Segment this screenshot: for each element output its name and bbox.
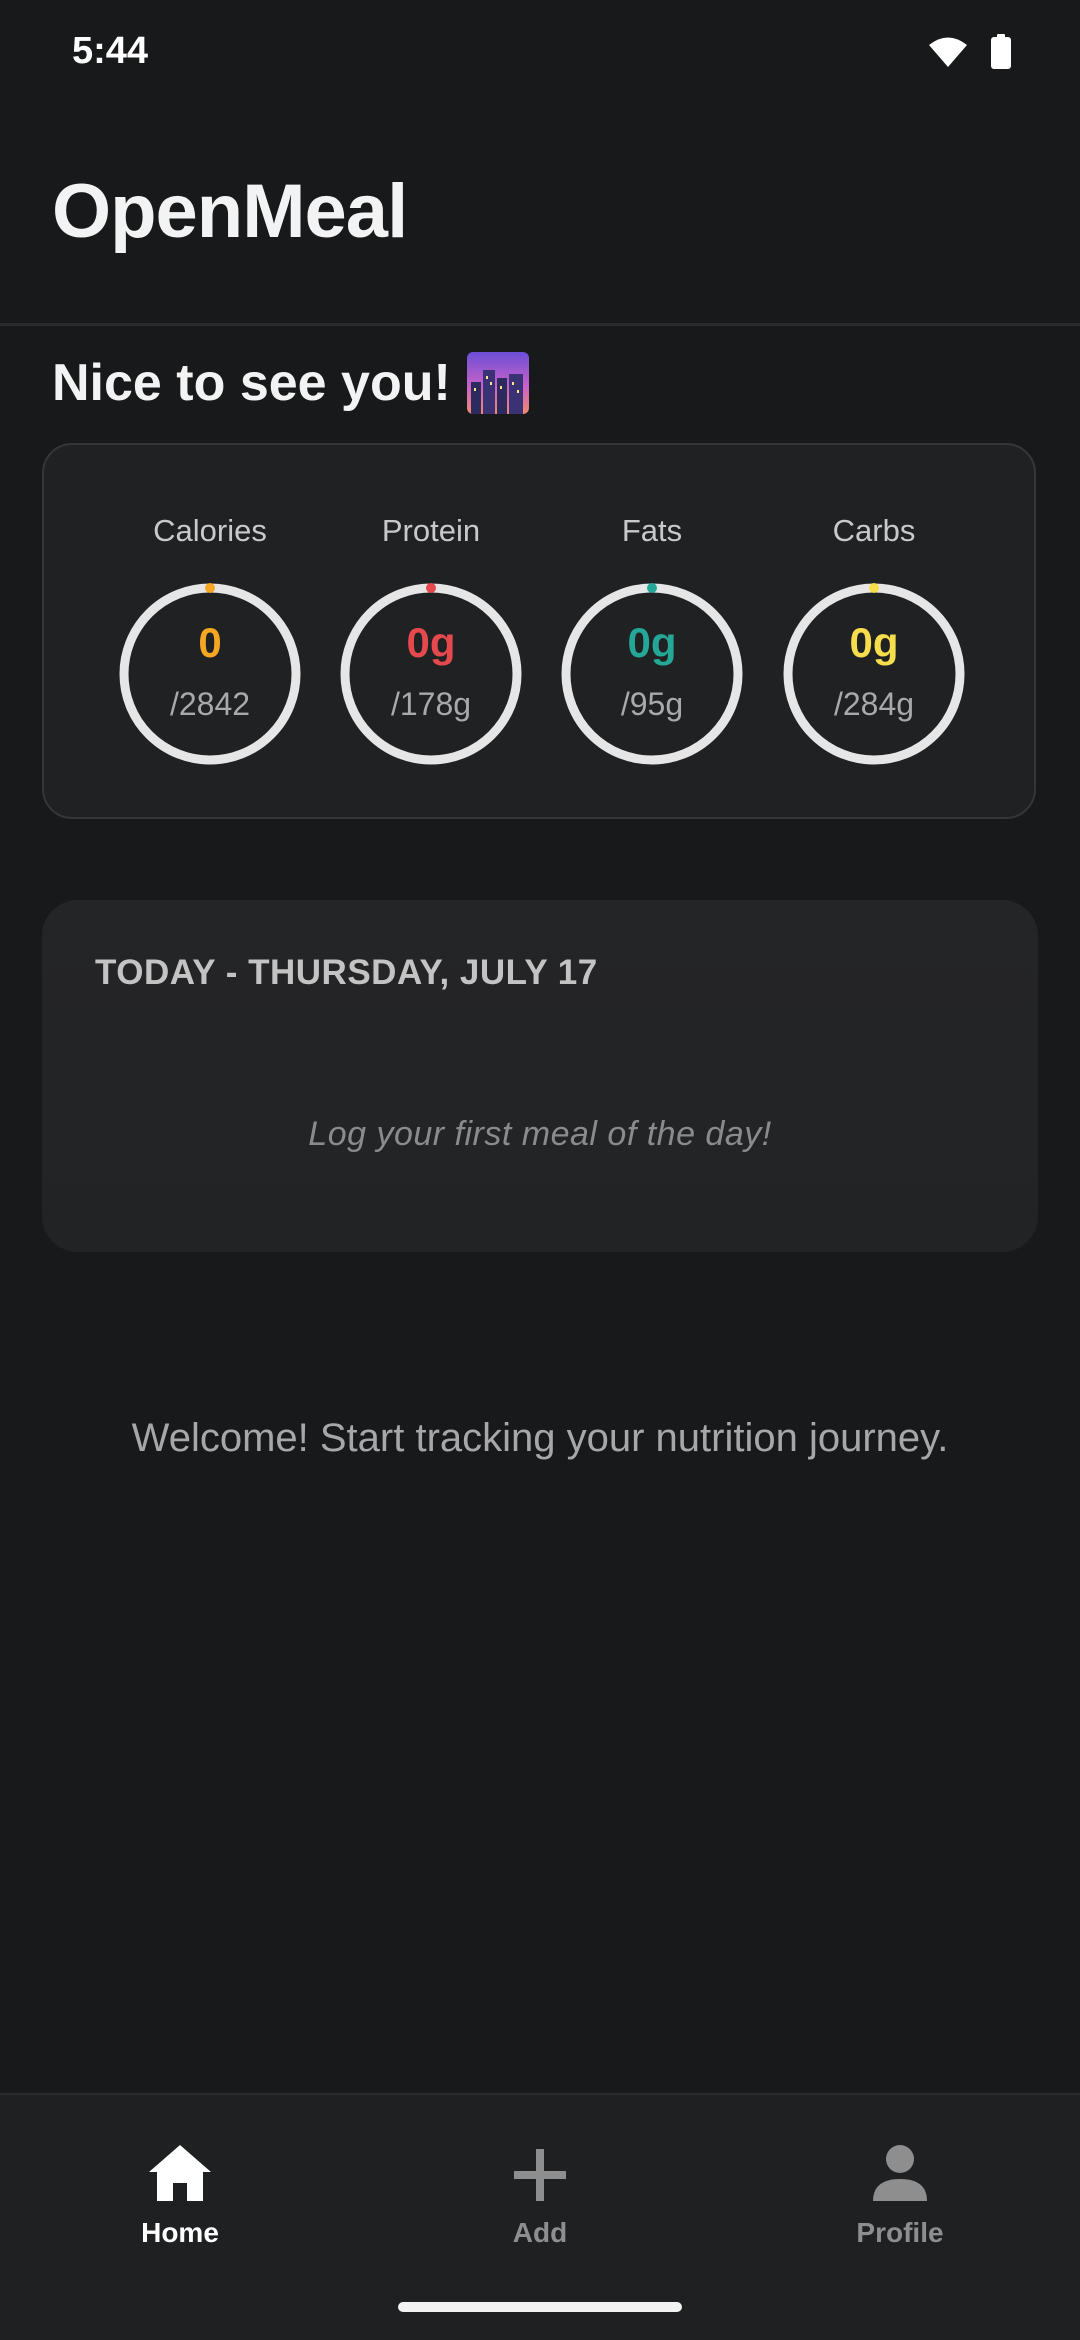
macros-summary-card: Calories 0 /2842 Protein 0g /178g Fats 0 — [42, 443, 1036, 819]
macro-value: 0g — [406, 619, 456, 666]
calories-progress-ring — [119, 583, 301, 765]
macro-value: 0g — [849, 619, 899, 666]
macro-target: /95g — [620, 686, 684, 722]
status-bar: 5:44 — [0, 0, 1080, 110]
person-icon — [873, 2145, 927, 2201]
protein-progress-ring — [340, 583, 522, 765]
fats-progress-ring — [561, 583, 743, 765]
nav-add[interactable]: Add — [440, 2141, 640, 2249]
macro-value: 0 — [198, 619, 222, 666]
home-indicator[interactable] — [398, 2302, 682, 2312]
welcome-message: Welcome! Start tracking your nutrition j… — [131, 1416, 949, 1460]
header-divider — [0, 323, 1080, 326]
status-time: 5:44 — [72, 30, 149, 72]
macro-target: /2842 — [169, 686, 251, 722]
greeting-text: Nice to see you! — [52, 354, 451, 412]
carbs-progress-ring — [783, 583, 965, 765]
night-cityscape-emoji — [466, 352, 529, 414]
nav-home[interactable]: Home — [80, 2141, 280, 2249]
macro-value: 0g — [627, 619, 677, 666]
empty-meals-message: Log your first meal of the day! — [308, 1115, 772, 1153]
today-date-heading: TODAY - THURSDAY, JULY 17 — [95, 953, 598, 992]
home-screen: 5:44 OpenMeal Nice to see you! Calories … — [0, 0, 1080, 2340]
status-icons — [928, 34, 1012, 70]
nav-profile[interactable]: Profile — [800, 2141, 1000, 2249]
nav-profile-label: Profile — [856, 2217, 944, 2248]
macro-label: Protein — [381, 513, 481, 548]
wifi-icon — [929, 37, 967, 67]
plus-icon — [514, 2149, 566, 2201]
macro-label: Carbs — [832, 513, 916, 548]
nav-add-label: Add — [512, 2217, 568, 2248]
battery-icon — [991, 34, 1011, 69]
macro-label: Fats — [621, 513, 683, 548]
macro-target: /178g — [390, 686, 472, 722]
home-icon — [149, 2145, 211, 2201]
greeting: Nice to see you! — [52, 352, 529, 414]
today-meals-card[interactable]: TODAY - THURSDAY, JULY 17 Log your first… — [42, 900, 1038, 1252]
nav-home-label: Home — [141, 2217, 219, 2248]
macro-label: Calories — [153, 513, 267, 548]
macro-target: /284g — [833, 686, 915, 722]
app-title: OpenMeal — [52, 169, 408, 254]
